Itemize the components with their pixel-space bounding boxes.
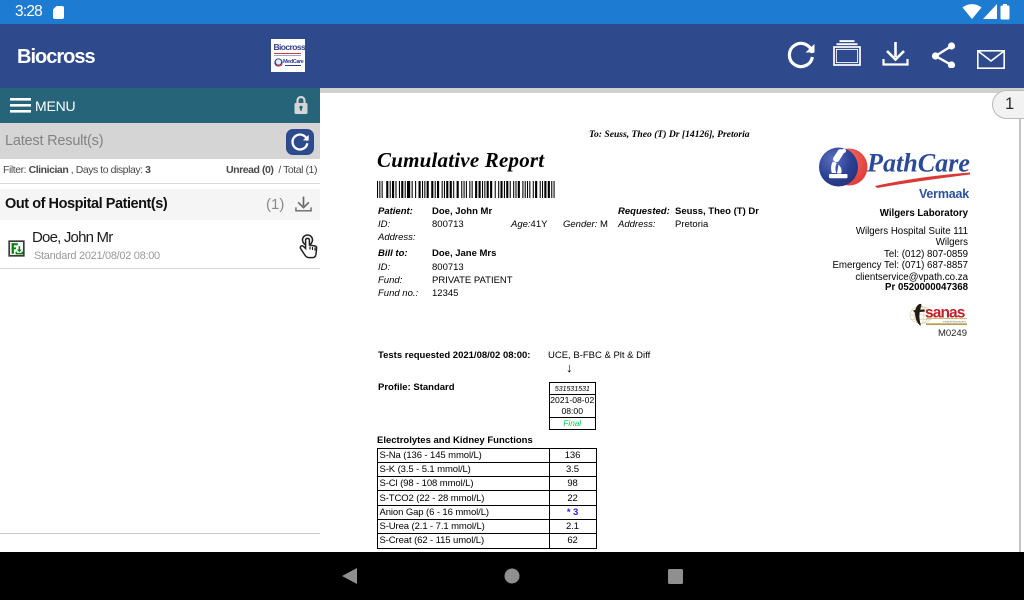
svg-text:medical laboratories: medical laboratories xyxy=(943,319,967,323)
svg-text:PathCare: PathCare xyxy=(866,149,970,178)
